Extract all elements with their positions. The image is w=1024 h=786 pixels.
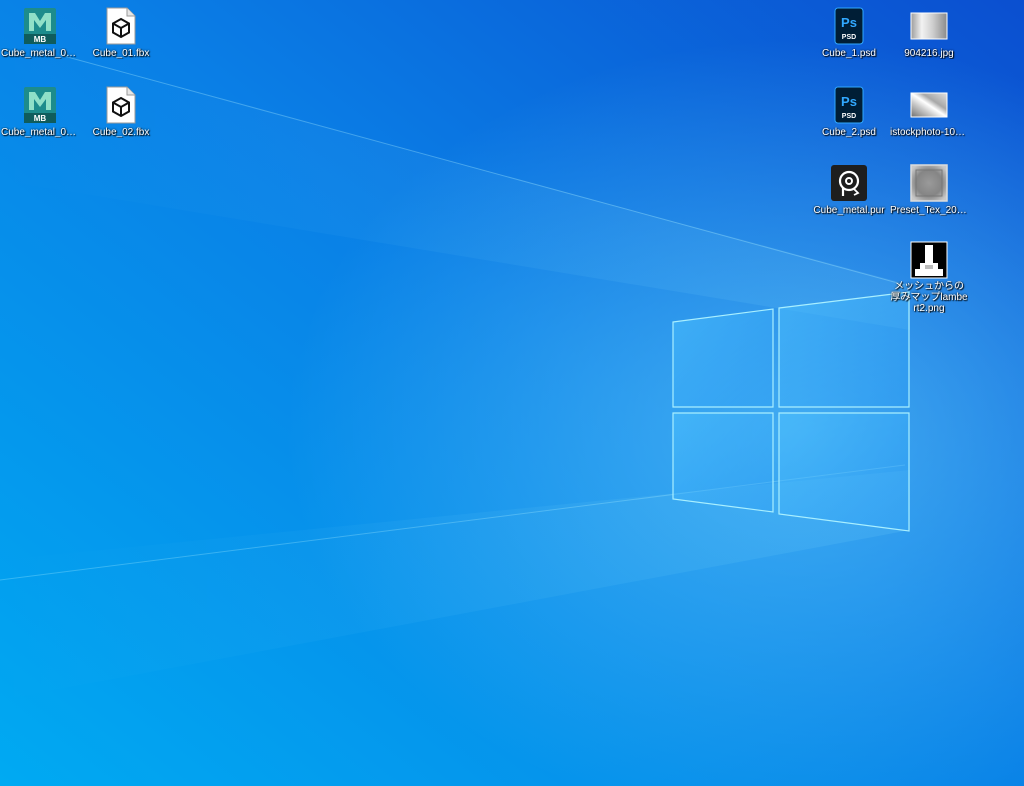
mudbox-icon: MB [20, 6, 60, 46]
desktop-icon-label: Cube_01.fbx [92, 48, 150, 59]
desktop-icon-904216-jpg[interactable]: 904216.jpg [889, 2, 969, 74]
desktop-icon-cube-02-fbx[interactable]: Cube_02.fbx [81, 81, 161, 153]
svg-text:MB: MB [34, 114, 47, 123]
photoshop-icon: Ps PSD [829, 85, 869, 125]
fbx-file-icon [101, 85, 141, 125]
png-thumbnail-icon [909, 241, 949, 279]
desktop-icon-label: istockphoto-105... [890, 127, 968, 138]
desktop-icon-label: Preset_Tex_2048... [890, 205, 968, 216]
svg-text:MB: MB [34, 35, 47, 44]
desktop-icon-label: メッシュからの厚みマップlambert2.png [890, 281, 968, 313]
desktop-icon-label: Cube_metal_01.... [1, 48, 79, 59]
desktop-icon-label: Cube_1.psd [822, 48, 876, 59]
image-thumbnail-icon [909, 6, 949, 46]
desktop-icon-cube-2-psd[interactable]: Ps PSD Cube_2.psd [809, 81, 889, 153]
image-thumbnail-icon [909, 85, 949, 125]
desktop-icon-istockphoto[interactable]: istockphoto-105... [889, 81, 969, 153]
desktop-icon-cube-metal-pur[interactable]: Cube_metal.pur [809, 159, 889, 231]
svg-text:Ps: Ps [841, 94, 857, 109]
desktop-icon-cube-metal-01[interactable]: MB Cube_metal_01.... [0, 2, 80, 74]
svg-text:PSD: PSD [842, 113, 856, 120]
svg-text:PSD: PSD [842, 34, 856, 41]
desktop-icon-thickness-map-png[interactable]: メッシュからの厚みマップlambert2.png [889, 237, 969, 313]
desktop-icon-label: Cube_02.fbx [92, 127, 150, 138]
desktop-icon-cube-1-psd[interactable]: Ps PSD Cube_1.psd [809, 2, 889, 74]
substance-painter-icon [829, 163, 869, 203]
desktop-icon-cube-metal-02[interactable]: MB Cube_metal_02.... [0, 81, 80, 153]
desktop-icon-label: Cube_2.psd [822, 127, 876, 138]
photoshop-icon: Ps PSD [829, 6, 869, 46]
fbx-file-icon [101, 6, 141, 46]
desktop-icon-label: Cube_metal.pur [813, 205, 885, 216]
desktop[interactable]: MB Cube_metal_01.... Cube_01.fbx MB Cube… [0, 0, 1024, 786]
desktop-icon-preset-tex-2048[interactable]: Preset_Tex_2048... [889, 159, 969, 231]
svg-text:Ps: Ps [841, 15, 857, 30]
desktop-icon-label: Cube_metal_02.... [1, 127, 79, 138]
desktop-icon-cube-01-fbx[interactable]: Cube_01.fbx [81, 2, 161, 74]
texture-thumbnail-icon [909, 163, 949, 203]
desktop-icon-label: 904216.jpg [904, 48, 954, 59]
mudbox-icon: MB [20, 85, 60, 125]
